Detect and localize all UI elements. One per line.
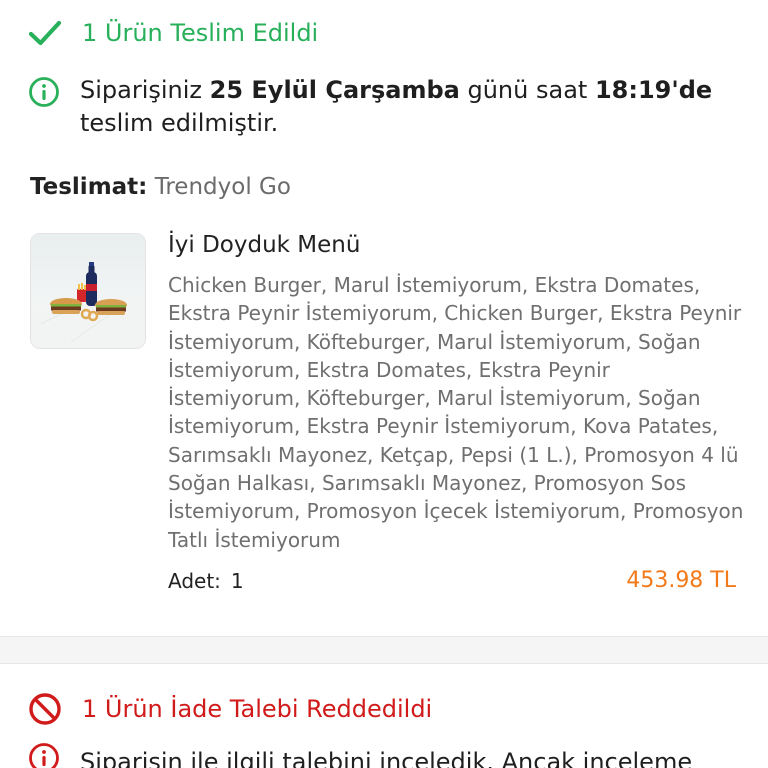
delivered-status-header: 1 Ürün Teslim Edildi <box>28 16 318 50</box>
product-description: Chicken Burger, Marul İstemiyorum, Ekstr… <box>168 273 744 552</box>
rejection-info-text: Siparişin ile ilgili talebini inceledik.… <box>80 748 693 768</box>
delivery-value: Trendyol Go <box>154 174 291 200</box>
info-circle-icon <box>28 76 64 112</box>
product-card[interactable]: İyi Doyduk Menü Chicken Burger, Marul İs… <box>30 230 743 610</box>
prohibited-icon <box>28 692 66 726</box>
delivery-label: Teslimat: <box>30 174 148 200</box>
info-circle-icon <box>28 742 64 768</box>
section-divider <box>0 636 768 664</box>
delivery-provider: Teslimat: Trendyol Go <box>30 172 291 202</box>
delivered-status-title: 1 Ürün Teslim Edildi <box>82 19 319 47</box>
rejected-status-header: 1 Ürün İade Talebi Reddedildi <box>28 692 432 726</box>
delivery-info-prefix: Siparişiniz <box>80 76 210 104</box>
rejected-status-title: 1 Ürün İade Talebi Reddedildi <box>82 695 433 723</box>
delivery-info: Siparişiniz 25 Eylül Çarşamba günü saat … <box>28 74 720 140</box>
order-detail-page: 1 Ürün Teslim Edildi Siparişiniz 25 Eylü… <box>0 0 768 768</box>
product-quantity: Adet: 1 <box>168 567 244 595</box>
delivery-info-suffix: teslim edilmiştir. <box>80 109 279 137</box>
product-price: 453.98 TL <box>626 568 736 593</box>
check-icon <box>28 16 66 50</box>
quantity-value: 1 <box>230 569 244 593</box>
rejection-info: Siparişin ile ilgili talebini inceledik.… <box>28 742 692 768</box>
quantity-label: Adet: <box>168 569 221 593</box>
product-name[interactable]: İyi Doyduk Menü <box>168 230 360 260</box>
delivery-info-middle: günü saat <box>459 76 595 104</box>
product-image[interactable] <box>30 233 146 349</box>
delivery-date: 25 Eylül Çarşamba <box>209 76 460 104</box>
delivery-info-text: Siparişiniz 25 Eylül Çarşamba günü saat … <box>80 74 720 140</box>
delivery-time: 18:19'de <box>594 76 713 104</box>
